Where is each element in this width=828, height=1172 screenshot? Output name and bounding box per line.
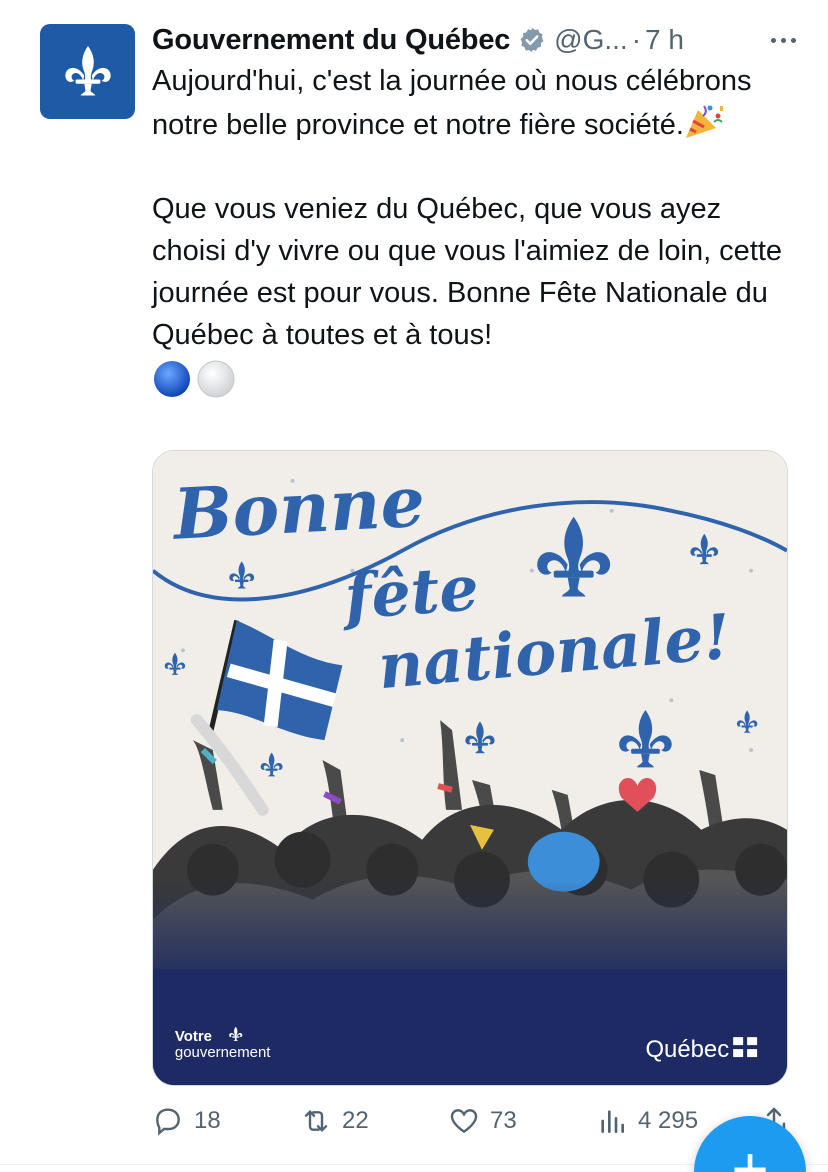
reply-button[interactable]: 18: [152, 1105, 221, 1137]
heart-icon: [450, 1109, 478, 1134]
views-count: 4 295: [638, 1107, 699, 1134]
footer-votre: Votre: [175, 1028, 212, 1045]
tweet-text: Aujourd'hui, c'est la journée où nous cé…: [152, 60, 802, 400]
reply-icon: [156, 1108, 180, 1136]
repost-icon: [304, 1110, 328, 1132]
tweet-actions: 18 22 73 4 295: [152, 1098, 792, 1144]
author-handle[interactable]: @G...: [554, 24, 628, 56]
headline-line-2: fête: [338, 551, 481, 633]
tweet-paragraph-1: Aujourd'hui, c'est la journée où nous cé…: [152, 65, 752, 141]
author-name[interactable]: Gouvernement du Québec: [152, 24, 510, 57]
more-dot-icon: [791, 37, 796, 43]
compose-plus-icon: +: [731, 1133, 769, 1172]
tweet-paragraph-2: Que vous veniez du Québec, que vous ayez…: [152, 193, 783, 351]
views-icon: [601, 1110, 624, 1133]
reply-count: 18: [194, 1107, 221, 1134]
like-button[interactable]: 73: [448, 1105, 517, 1137]
more-options-button[interactable]: [771, 20, 796, 60]
avatar[interactable]: [40, 24, 135, 119]
more-dot-icon: [781, 37, 786, 43]
headline-line-1: Bonne: [170, 461, 427, 556]
views-button[interactable]: 4 295: [596, 1105, 698, 1137]
tweet-header: Gouvernement du Québec @G... · 7 h: [152, 20, 804, 60]
more-dot-icon: [771, 37, 776, 43]
footer-gouvernement: gouvernement: [175, 1044, 271, 1061]
fleur-de-lis-icon: [64, 45, 111, 96]
repost-button[interactable]: 22: [300, 1105, 369, 1137]
verified-badge-icon: [520, 27, 544, 53]
party-popper-icon: [685, 105, 723, 138]
fete-nationale-poster: Bonne fête nationale! Votre gouvernement…: [153, 451, 787, 1085]
white-circle-icon: [197, 360, 235, 398]
tweet-image[interactable]: Bonne fête nationale! Votre gouvernement…: [152, 450, 788, 1086]
tweet-time[interactable]: 7 h: [645, 24, 684, 56]
like-count: 73: [490, 1107, 517, 1134]
separator: ·: [631, 24, 642, 55]
repost-count: 22: [342, 1107, 369, 1134]
blue-circle-icon: [154, 361, 190, 397]
footer-quebec: Québec: [645, 1036, 729, 1063]
